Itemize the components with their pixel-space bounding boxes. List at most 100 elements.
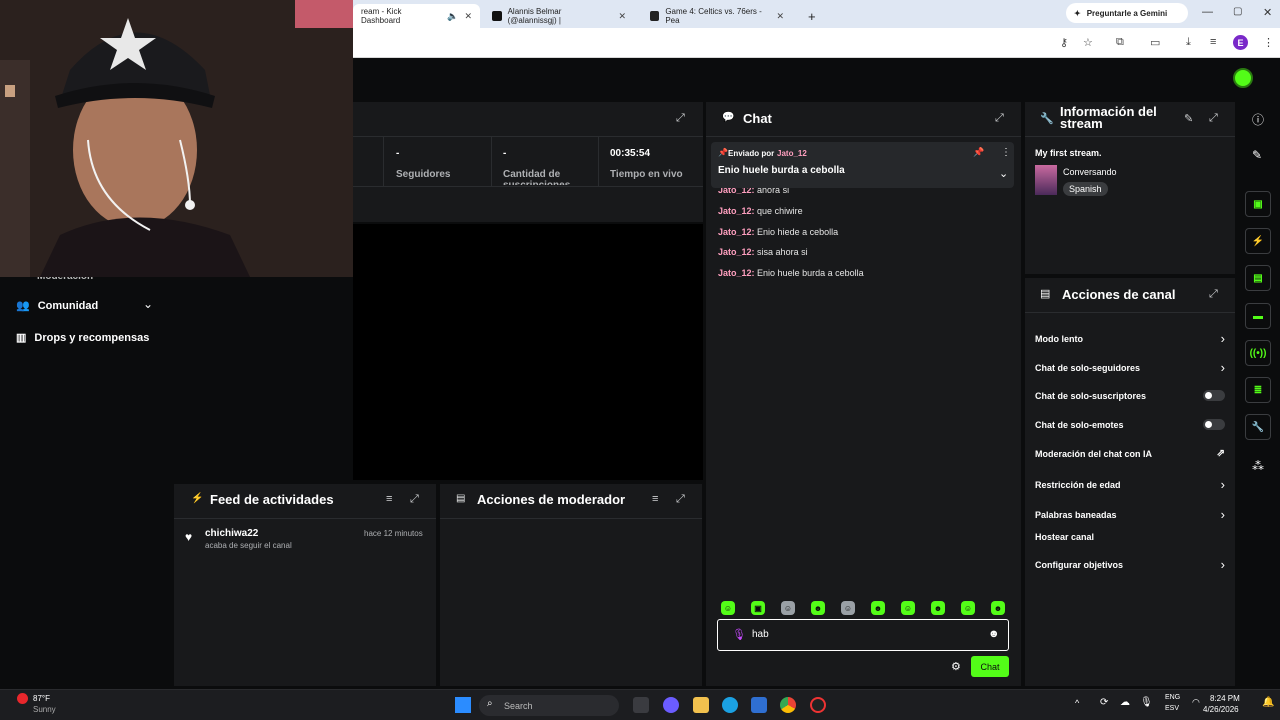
clipboard-icon: ▤ — [456, 493, 466, 504]
category-name[interactable]: Conversando — [1063, 167, 1117, 177]
emote-button[interactable]: ☻ — [871, 601, 885, 615]
emoji-icon[interactable]: ☻ — [988, 628, 1000, 640]
tray-mic-icon[interactable]: 🎙 — [1140, 697, 1153, 708]
filter-icon[interactable]: ≡ — [386, 493, 392, 505]
pencil-icon[interactable]: ✎ — [1252, 148, 1262, 162]
chat-input[interactable]: hab — [752, 629, 769, 640]
maximize-icon[interactable]: ▢ — [1233, 6, 1242, 17]
wifi-icon[interactable]: ◠ — [1192, 697, 1200, 708]
profile-avatar[interactable]: E — [1233, 35, 1248, 50]
pin-icon: 📌 — [718, 148, 728, 157]
bookmark-star-icon[interactable]: ☆ — [1083, 36, 1093, 49]
close-tab-icon[interactable]: ✕ — [618, 11, 626, 22]
chat-username[interactable]: Jato_12: — [718, 268, 755, 278]
chevron-down-icon[interactable]: ⌄ — [143, 297, 153, 311]
rail-clipboard-icon[interactable]: ▤ — [1245, 265, 1271, 291]
chat-settings-icon[interactable]: ⚙ — [951, 660, 961, 673]
edge-icon[interactable] — [722, 697, 738, 713]
task-view-icon[interactable] — [633, 697, 649, 713]
category-thumbnail[interactable] — [1035, 165, 1057, 195]
send-chat-button[interactable]: Chat — [971, 656, 1009, 677]
info-icon[interactable]: ⓘ — [1252, 111, 1264, 128]
chevron-down-icon[interactable]: ⌄ — [999, 167, 1008, 180]
split-view-icon[interactable]: ▭ — [1150, 36, 1160, 49]
emote-button[interactable]: ☺ — [841, 601, 855, 615]
rail-bolt-icon[interactable]: ⚡ — [1245, 228, 1271, 254]
chevron-up-icon[interactable]: ^ — [1075, 698, 1079, 708]
microphone-icon[interactable]: 🎙 — [732, 628, 746, 641]
clock-time[interactable]: 8:24 PM — [1210, 694, 1240, 703]
expand-icon[interactable]: ⤢ — [676, 493, 685, 506]
notification-bell-icon[interactable]: 🔔 — [1262, 697, 1274, 708]
emote-button[interactable]: ☺ — [901, 601, 915, 615]
key-icon[interactable]: ⚷ — [1060, 36, 1068, 49]
set-goals-row[interactable]: Configurar objetivos › — [1035, 557, 1225, 572]
minimize-icon[interactable]: — — [1202, 6, 1213, 18]
rail-chat-icon[interactable]: ▬ — [1245, 303, 1271, 329]
filter-icon[interactable]: ≡ — [652, 493, 658, 505]
more-options-icon[interactable]: ⋮ — [1001, 147, 1011, 158]
pinned-message[interactable]: 📌 Enviado por Jato_12 Enio huele burda a… — [711, 142, 1014, 188]
tray-app-icon[interactable]: ⟳ — [1100, 697, 1108, 708]
chat-username[interactable]: Jato_12: — [718, 227, 755, 237]
age-restriction-row[interactable]: Restricción de edad › — [1035, 477, 1225, 492]
close-tab-icon[interactable]: ✕ — [464, 11, 472, 22]
close-window-icon[interactable]: ✕ — [1263, 6, 1272, 19]
expand-icon[interactable]: ⤢ — [995, 112, 1004, 125]
subscribers-only-toggle[interactable] — [1203, 390, 1225, 401]
expand-icon[interactable]: ⤢ — [676, 112, 685, 125]
reading-list-icon[interactable]: ≡ — [1210, 36, 1216, 48]
tab-celtics[interactable]: Game 4: Celtics vs. 76ers - Pea ✕ — [642, 4, 792, 28]
sidebar-item-drops[interactable]: ▥ Drops y recompensas — [16, 331, 149, 345]
followers-only-row[interactable]: Chat de solo-seguidores › — [1035, 360, 1225, 375]
windows-start-icon[interactable] — [455, 697, 471, 713]
store-icon[interactable] — [751, 697, 767, 713]
chat-input-box[interactable]: 🎙 hab ☻ — [717, 619, 1009, 651]
expand-icon[interactable]: ⤢ — [1209, 288, 1218, 301]
sidebar-item-community[interactable]: 👥 Comunidad — [16, 299, 98, 313]
obs-icon[interactable] — [810, 697, 826, 713]
emote-button[interactable]: ☺ — [721, 601, 735, 615]
taskbar-search[interactable]: ⌕ Search — [479, 695, 619, 716]
edit-icon[interactable]: ✎ — [1184, 112, 1193, 125]
host-channel-row[interactable]: Hostear canal — [1035, 532, 1225, 542]
unpin-icon[interactable]: 📌 — [973, 147, 984, 158]
close-tab-icon[interactable]: ✕ — [776, 11, 784, 22]
menu-icon[interactable]: ⋮ — [1263, 36, 1274, 49]
tray-cloud-icon[interactable]: ☁ — [1120, 697, 1130, 708]
slow-mode-row[interactable]: Modo lento › — [1035, 331, 1225, 346]
new-tab-button[interactable]: + — [800, 4, 822, 28]
rail-broadcast-icon[interactable]: ((•)) — [1245, 340, 1271, 366]
chat-username[interactable]: Jato_12: — [718, 247, 755, 257]
weather-alert-icon[interactable] — [17, 693, 28, 704]
emote-button[interactable]: ☻ — [991, 601, 1005, 615]
activity-user[interactable]: chichiwa22 — [205, 528, 258, 539]
ai-moderation-row[interactable]: Moderación del chat con IA ⇗ — [1035, 448, 1225, 459]
chrome-icon[interactable] — [780, 697, 796, 713]
emote-button[interactable]: ☺ — [781, 601, 795, 615]
tab-kick-dashboard[interactable]: ream - Kick Dashboard 🔈 ✕ — [353, 4, 480, 28]
emote-button[interactable]: ☻ — [811, 601, 825, 615]
extensions-icon[interactable]: ⧉ — [1116, 36, 1124, 49]
rail-wrench-icon[interactable]: 🔧 — [1245, 414, 1271, 440]
rail-stream-icon[interactable]: ▣ — [1245, 191, 1271, 217]
emotes-only-toggle[interactable] — [1203, 419, 1225, 430]
emote-button[interactable]: ☺ — [961, 601, 975, 615]
copilot-icon[interactable] — [663, 697, 679, 713]
chat-username[interactable]: Jato_12: — [718, 206, 755, 216]
tab-alannis[interactable]: Alannis Belmar (@alannissgj) | ✕ — [484, 4, 634, 28]
emote-button[interactable]: ☻ — [931, 601, 945, 615]
pinned-user[interactable]: Jato_12 — [777, 149, 807, 158]
expand-icon[interactable]: ⤢ — [1209, 112, 1218, 125]
language-indicator[interactable]: ENG — [1165, 694, 1180, 701]
expand-icon[interactable]: ⤢ — [410, 493, 419, 506]
rail-actions-icon[interactable]: ≣ — [1245, 377, 1271, 403]
gemini-button[interactable]: ✦ Preguntarle a Gemini — [1066, 3, 1188, 23]
emote-button[interactable]: ▣ — [751, 601, 765, 615]
file-explorer-icon[interactable] — [693, 697, 709, 713]
banned-words-row[interactable]: Palabras baneadas › — [1035, 507, 1225, 522]
widgets-icon[interactable]: ⁂ — [1252, 459, 1264, 473]
user-avatar[interactable] — [1233, 68, 1253, 88]
chevron-right-icon: › — [1220, 360, 1225, 375]
download-icon[interactable]: ⤓ — [1186, 36, 1191, 49]
